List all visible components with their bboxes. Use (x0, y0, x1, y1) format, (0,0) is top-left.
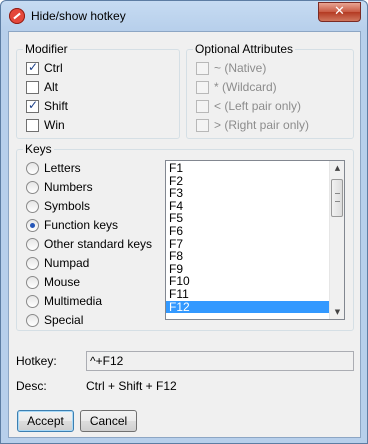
list-item[interactable]: F1 (166, 162, 329, 175)
radio-other-standard-keys-circle[interactable] (26, 237, 39, 251)
radio-letters-label: Letters (44, 161, 81, 175)
app-icon (9, 8, 25, 24)
scroll-up-arrow-icon[interactable]: ▲ (330, 161, 344, 175)
checkbox-right-pair-box[interactable] (196, 118, 209, 132)
checkbox-left-pair-box[interactable] (196, 99, 209, 113)
list-item[interactable]: F9 (166, 263, 329, 276)
list-item[interactable]: F2 (166, 174, 329, 188)
list-item[interactable]: F7 (166, 237, 329, 251)
radio-numpad[interactable]: Numpad (26, 255, 89, 271)
list-item[interactable]: F11 (166, 288, 329, 301)
checkbox-native-label: ~ (Native) (214, 61, 267, 75)
radio-symbols-circle[interactable] (26, 199, 39, 213)
radio-numpad-label: Numpad (44, 256, 90, 270)
scrollbar-thumb[interactable] (331, 179, 343, 217)
key-listbox[interactable]: F1 F2 F3 F4 F5 F6 F7 F8 F9 F10 F11 F12 ▲… (165, 160, 345, 320)
checkbox-alt-label: Alt (44, 80, 59, 94)
radio-special[interactable]: Special (26, 312, 83, 328)
radio-letters-circle[interactable] (26, 161, 39, 175)
dialog-window: Hide/show hotkey ✕ Modifier Ctrl Alt Shi… (0, 0, 368, 444)
list-item[interactable]: F8 (166, 250, 329, 263)
scroll-down-arrow-icon[interactable]: ▼ (330, 305, 344, 319)
list-item[interactable]: F10 (166, 275, 329, 288)
key-list: F1 F2 F3 F4 F5 F6 F7 F8 F9 F10 F11 F12 (166, 162, 329, 314)
checkbox-shift[interactable]: Shift (26, 98, 68, 114)
checkbox-native[interactable]: ~ (Native) (196, 60, 266, 76)
dialog-client-area: Modifier Ctrl Alt Shift Win Optional Att… (8, 31, 361, 438)
radio-mouse-circle[interactable] (26, 275, 39, 289)
list-item[interactable]: F3 (166, 187, 329, 200)
checkbox-wildcard-box[interactable] (196, 80, 209, 94)
radio-numbers-circle[interactable] (26, 180, 39, 194)
radio-symbols[interactable]: Symbols (26, 198, 90, 214)
title-bar[interactable]: Hide/show hotkey ✕ (1, 1, 367, 31)
radio-numbers[interactable]: Numbers (26, 179, 93, 195)
desc-label: Desc: (16, 379, 47, 393)
checkbox-native-box[interactable] (196, 61, 209, 75)
checkbox-ctrl[interactable]: Ctrl (26, 60, 63, 76)
radio-function-keys-circle[interactable] (26, 218, 39, 232)
accept-button[interactable]: Accept (17, 410, 74, 432)
list-item-selected[interactable]: F12 (166, 300, 329, 314)
radio-mouse[interactable]: Mouse (26, 274, 80, 290)
window-title: Hide/show hotkey (31, 9, 126, 23)
desc-value: Ctrl + Shift + F12 (86, 379, 177, 393)
radio-multimedia[interactable]: Multimedia (26, 293, 102, 309)
radio-letters[interactable]: Letters (26, 160, 81, 176)
checkbox-ctrl-label: Ctrl (44, 61, 63, 75)
checkbox-wildcard-label: * (Wildcard) (214, 80, 277, 94)
checkbox-alt-box[interactable] (26, 80, 39, 94)
hotkey-label: Hotkey: (16, 354, 57, 368)
modifier-group-title: Modifier (23, 42, 70, 56)
radio-special-circle[interactable] (26, 313, 39, 327)
hotkey-field[interactable]: ^+F12 (86, 351, 354, 371)
list-item[interactable]: F6 (166, 225, 329, 238)
radio-other-standard-keys-label: Other standard keys (44, 237, 153, 251)
list-item[interactable]: F5 (166, 212, 329, 225)
list-scrollbar[interactable]: ▲ ▼ (329, 161, 344, 319)
radio-symbols-label: Symbols (44, 199, 91, 213)
checkbox-shift-label: Shift (44, 99, 69, 113)
radio-special-label: Special (44, 313, 84, 327)
radio-numpad-circle[interactable] (26, 256, 39, 270)
checkbox-win-box[interactable] (26, 118, 39, 132)
keys-group-title: Keys (23, 142, 54, 156)
optional-attributes-title: Optional Attributes (193, 42, 296, 56)
radio-multimedia-label: Multimedia (44, 294, 103, 308)
checkbox-win-label: Win (44, 118, 65, 132)
radio-multimedia-circle[interactable] (26, 294, 39, 308)
radio-other-standard-keys[interactable]: Other standard keys (26, 236, 152, 252)
checkbox-shift-box[interactable] (26, 98, 39, 113)
radio-numbers-label: Numbers (44, 180, 93, 194)
checkbox-right-pair-label: > (Right pair only) (214, 118, 310, 132)
close-button[interactable]: ✕ (318, 2, 361, 22)
radio-function-keys-label: Function keys (44, 218, 119, 232)
radio-mouse-label: Mouse (44, 275, 81, 289)
checkbox-ctrl-box[interactable] (26, 60, 39, 75)
checkbox-right-pair[interactable]: > (Right pair only) (196, 117, 309, 133)
checkbox-wildcard[interactable]: * (Wildcard) (196, 79, 277, 95)
checkbox-left-pair[interactable]: < (Left pair only) (196, 98, 301, 114)
radio-function-keys[interactable]: Function keys (26, 217, 118, 233)
checkbox-alt[interactable]: Alt (26, 79, 58, 95)
checkbox-win[interactable]: Win (26, 117, 65, 133)
cancel-button[interactable]: Cancel (80, 410, 137, 432)
checkbox-left-pair-label: < (Left pair only) (214, 99, 302, 113)
list-item[interactable]: F4 (166, 200, 329, 213)
